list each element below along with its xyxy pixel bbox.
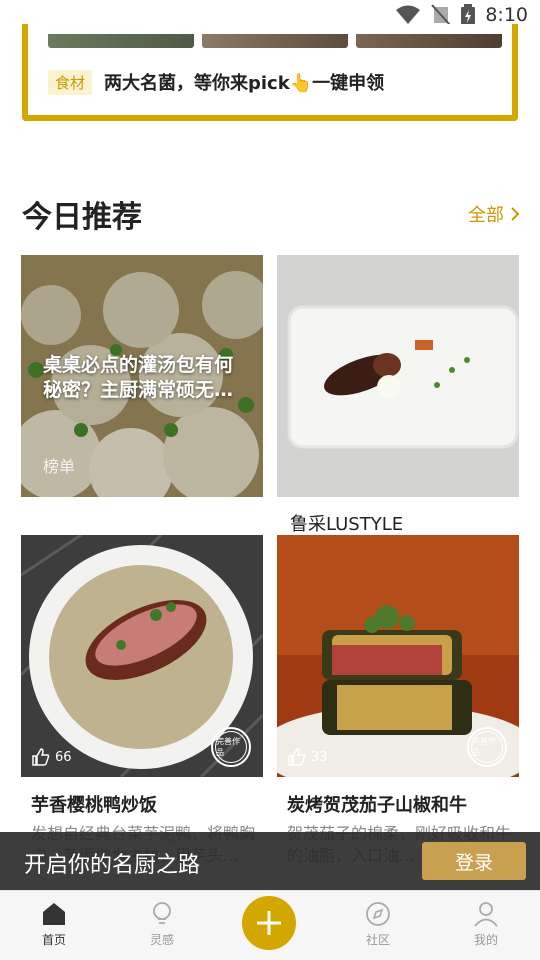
- tab-label: 社区: [365, 933, 390, 947]
- tab-inspiration[interactable]: 灵感: [122, 901, 202, 948]
- login-banner-message: 开启你的名厨之路: [24, 853, 201, 878]
- profile-icon: [474, 902, 498, 927]
- lightbulb-icon: [153, 902, 171, 924]
- certified-badge: 完善作品: [211, 727, 251, 767]
- certified-badge: 完善作品: [467, 727, 507, 767]
- status-time: 8:10: [485, 4, 528, 26]
- login-banner: 开启你的名厨之路 登录: [0, 832, 540, 890]
- tab-label: 我的: [473, 933, 498, 947]
- badge-label: 完善作品: [471, 731, 503, 763]
- chevron-right-icon: [511, 207, 520, 221]
- thumbs-up-icon: [288, 748, 306, 766]
- status-icons: 8:10: [395, 4, 528, 26]
- plus-icon: [257, 911, 281, 935]
- like-count[interactable]: 66: [31, 747, 72, 767]
- see-all-label: 全部: [468, 205, 504, 226]
- section-title: 今日推荐: [22, 200, 142, 235]
- tab-home[interactable]: 首页: [14, 901, 94, 948]
- promo-thumbnails: [48, 34, 502, 48]
- promo-card[interactable]: 食材 两大名菌，等你来pick👆一键申领: [22, 24, 518, 121]
- like-count-value: 33: [311, 749, 328, 765]
- promo-thumbnail[interactable]: [48, 34, 194, 48]
- compass-icon: [366, 902, 390, 926]
- wifi-icon: [396, 5, 421, 24]
- home-icon: [43, 903, 65, 925]
- add-post-button[interactable]: [242, 896, 296, 950]
- promo-thumbnail[interactable]: [202, 34, 348, 48]
- card-overlay-title: 桌桌必点的灌汤包有何秘密？主厨满常硕无…: [43, 354, 234, 401]
- see-all-link[interactable]: 全部: [468, 201, 520, 227]
- promo-text[interactable]: 两大名菌，等你来pick👆一键申领: [104, 69, 384, 95]
- tab-profile[interactable]: 我的: [446, 901, 526, 948]
- recommend-card-2[interactable]: [277, 255, 519, 497]
- plated-dish-image: [277, 255, 519, 497]
- like-count[interactable]: 33: [287, 747, 328, 767]
- battery-icon: [461, 4, 476, 26]
- login-button[interactable]: 登录: [422, 842, 526, 880]
- badge-label: 完善作品: [215, 731, 247, 763]
- card-category-tag: 榜单: [43, 457, 76, 476]
- promo-thumbnail[interactable]: [356, 34, 502, 48]
- tab-community[interactable]: 社区: [338, 901, 418, 948]
- thumbs-up-icon: [32, 748, 50, 766]
- no-signal-icon: [431, 4, 452, 26]
- card-title[interactable]: 芋香樱桃鸭炒饭: [31, 791, 157, 817]
- recommend-card-3[interactable]: 66 完善作品: [21, 535, 263, 777]
- recommend-card-1[interactable]: 桌桌必点的灌汤包有何秘密？主厨满常硕无… 榜单: [21, 255, 263, 497]
- recommend-card-4[interactable]: 33 完善作品: [277, 535, 519, 777]
- tab-label: 首页: [41, 933, 66, 947]
- promo-tag: 食材: [48, 70, 93, 95]
- like-count-value: 66: [55, 749, 72, 765]
- card-title[interactable]: 炭烤贺茂茄子山椒和牛: [287, 791, 467, 817]
- tab-label: 灵感: [149, 933, 174, 947]
- card-brand-caption[interactable]: 鲁采LUSTYLE: [290, 510, 403, 536]
